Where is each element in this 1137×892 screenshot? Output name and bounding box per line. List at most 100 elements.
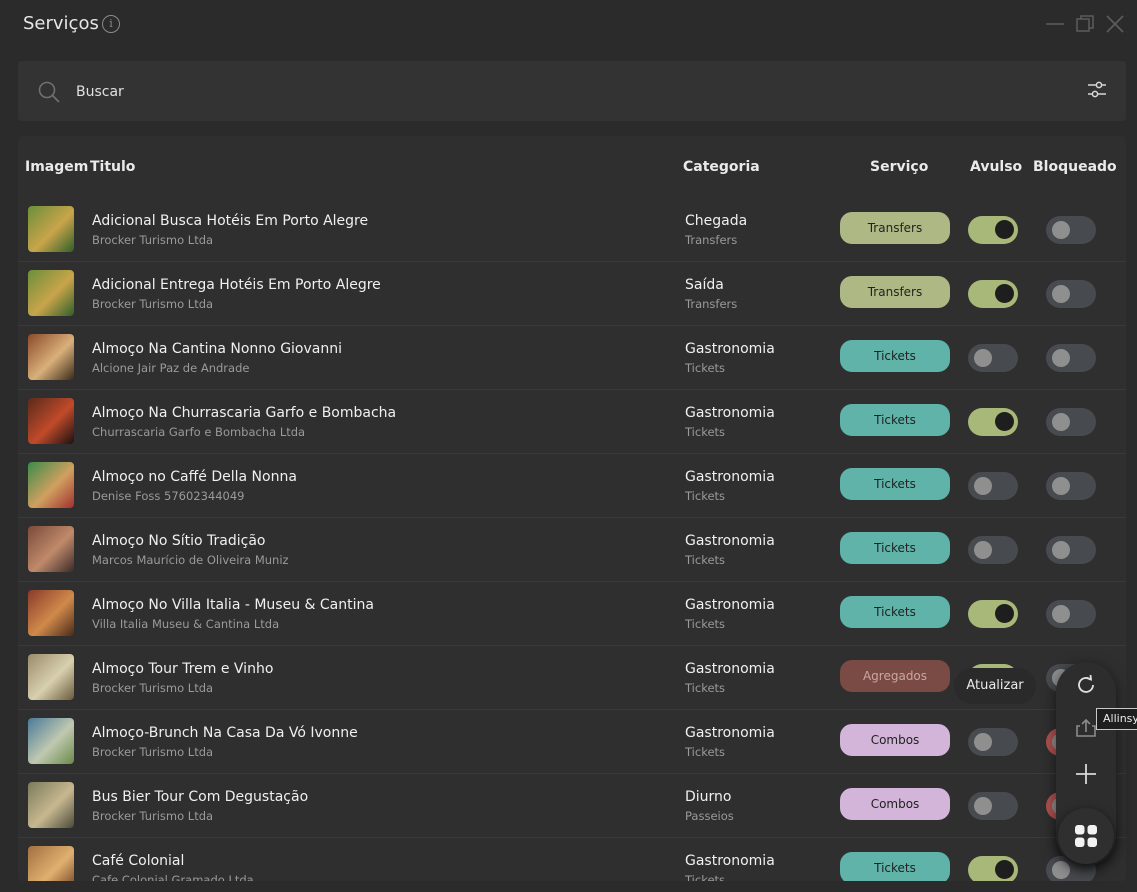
service-category-group: Transfers bbox=[685, 297, 738, 311]
service-title[interactable]: Adicional Busca Hotéis Em Porto Alegre bbox=[92, 213, 368, 229]
service-type-badge: Transfers bbox=[840, 276, 950, 308]
table-row[interactable]: Almoço No Villa Italia - Museu & Cantina… bbox=[18, 582, 1126, 646]
avulso-toggle[interactable] bbox=[968, 408, 1018, 436]
table-row[interactable]: Almoço No Sítio Tradição Marcos Maurício … bbox=[18, 518, 1126, 582]
avulso-toggle[interactable] bbox=[968, 472, 1018, 500]
table-row[interactable]: Almoço no Caffé Della Nonna Denise Foss 5… bbox=[18, 454, 1126, 518]
blocked-toggle[interactable] bbox=[1046, 280, 1096, 308]
toggle-knob bbox=[974, 477, 992, 495]
service-title[interactable]: Almoço Tour Trem e Vinho bbox=[92, 661, 273, 677]
table-header: Imagem Titulo Categoria Serviço Avulso B… bbox=[18, 136, 1126, 198]
plus-icon[interactable] bbox=[1071, 759, 1101, 789]
avulso-toggle[interactable] bbox=[968, 792, 1018, 820]
blocked-toggle[interactable] bbox=[1046, 344, 1096, 372]
table-row[interactable]: Adicional Busca Hotéis Em Porto Alegre Br… bbox=[18, 198, 1126, 262]
service-thumbnail bbox=[28, 398, 74, 444]
service-type-badge: Tickets bbox=[840, 468, 950, 500]
search-bar bbox=[18, 61, 1126, 121]
service-title[interactable]: Almoço Na Cantina Nonno Giovanni bbox=[92, 341, 342, 357]
service-thumbnail bbox=[28, 590, 74, 636]
service-thumbnail bbox=[28, 718, 74, 764]
sliders-icon[interactable] bbox=[1086, 79, 1108, 101]
toggle-knob bbox=[995, 604, 1014, 623]
toggle-knob bbox=[974, 541, 992, 559]
table-row[interactable]: Bus Bier Tour Com Degustação Brocker Turi… bbox=[18, 774, 1126, 838]
service-type-badge: Tickets bbox=[840, 596, 950, 628]
service-category: Gastronomia bbox=[685, 405, 775, 421]
refresh-icon[interactable] bbox=[1071, 670, 1101, 700]
avulso-toggle[interactable] bbox=[968, 600, 1018, 628]
blocked-toggle[interactable] bbox=[1046, 536, 1096, 564]
avulso-toggle[interactable] bbox=[968, 280, 1018, 308]
service-type-badge: Combos bbox=[840, 788, 950, 820]
grid-icon bbox=[1075, 825, 1097, 847]
blocked-toggle[interactable] bbox=[1046, 216, 1096, 244]
toggle-knob bbox=[974, 733, 992, 751]
service-provider: Brocker Turismo Ltda bbox=[92, 297, 214, 311]
service-category-group: Tickets bbox=[685, 425, 726, 439]
service-category: Diurno bbox=[685, 789, 732, 805]
service-thumbnail bbox=[28, 654, 74, 700]
service-title[interactable]: Almoço Na Churrascaria Garfo e Bombacha bbox=[92, 405, 396, 421]
search-input[interactable] bbox=[70, 77, 970, 107]
minimize-icon[interactable] bbox=[1043, 12, 1067, 36]
service-title[interactable]: Almoço No Villa Italia - Museu & Cantina bbox=[92, 597, 374, 613]
header-avulso[interactable]: Avulso bbox=[970, 159, 1022, 175]
header-category[interactable]: Categoria bbox=[683, 159, 760, 175]
header-title[interactable]: Titulo bbox=[90, 159, 135, 175]
service-provider: Brocker Turismo Ltda bbox=[92, 809, 214, 823]
blocked-toggle[interactable] bbox=[1046, 408, 1096, 436]
service-category: Gastronomia bbox=[685, 725, 775, 741]
toggle-knob bbox=[1052, 285, 1070, 303]
table-row[interactable]: Adicional Entrega Hotéis Em Porto Alegre… bbox=[18, 262, 1126, 326]
service-thumbnail bbox=[28, 206, 74, 252]
toggle-knob bbox=[1052, 541, 1070, 559]
toggle-knob bbox=[1052, 221, 1070, 239]
table-row[interactable]: Almoço Na Churrascaria Garfo e Bombacha C… bbox=[18, 390, 1126, 454]
service-title[interactable]: Bus Bier Tour Com Degustação bbox=[92, 789, 308, 805]
service-title[interactable]: Adicional Entrega Hotéis Em Porto Alegre bbox=[92, 277, 381, 293]
avulso-toggle[interactable] bbox=[968, 216, 1018, 244]
export-tooltip: Allinsys bbox=[1096, 708, 1137, 730]
toggle-knob bbox=[1052, 861, 1070, 879]
table-row[interactable]: Café Colonial Cafe Colonial Gramado Ltda G… bbox=[18, 838, 1126, 881]
title-bar: Serviços i bbox=[0, 0, 1137, 50]
header-blocked[interactable]: Bloqueado bbox=[1033, 159, 1117, 175]
avulso-toggle[interactable] bbox=[968, 344, 1018, 372]
header-image[interactable]: Imagem bbox=[25, 159, 88, 175]
avulso-toggle[interactable] bbox=[968, 728, 1018, 756]
avulso-toggle[interactable] bbox=[968, 536, 1018, 564]
menu-toggle-button[interactable] bbox=[1058, 808, 1114, 864]
search-icon bbox=[38, 81, 60, 103]
table-row[interactable]: Almoço Na Cantina Nonno Giovanni Alcione … bbox=[18, 326, 1126, 390]
service-title[interactable]: Almoço no Caffé Della Nonna bbox=[92, 469, 297, 485]
restore-icon[interactable] bbox=[1073, 12, 1097, 36]
info-icon[interactable]: i bbox=[102, 15, 120, 33]
table-row[interactable]: Almoço-Brunch Na Casa Da Vó Ivonne Brocke… bbox=[18, 710, 1126, 774]
avulso-toggle[interactable] bbox=[968, 856, 1018, 881]
toggle-knob bbox=[995, 860, 1014, 879]
service-provider: Villa Italia Museu & Cantina Ltda bbox=[92, 617, 280, 631]
service-title[interactable]: Café Colonial bbox=[92, 853, 184, 869]
service-category: Gastronomia bbox=[685, 469, 775, 485]
header-service[interactable]: Serviço bbox=[870, 159, 928, 175]
service-provider: Alcione Jair Paz de Andrade bbox=[92, 361, 250, 375]
toggle-knob bbox=[995, 412, 1014, 431]
toggle-knob bbox=[1052, 413, 1070, 431]
toggle-knob bbox=[974, 349, 992, 367]
service-thumbnail bbox=[28, 846, 74, 881]
blocked-toggle[interactable] bbox=[1046, 472, 1096, 500]
service-provider: Marcos Maurício de Oliveira Muniz bbox=[92, 553, 289, 567]
service-category-group: Tickets bbox=[685, 553, 726, 567]
service-type-badge: Tickets bbox=[840, 852, 950, 881]
service-type-badge: Tickets bbox=[840, 404, 950, 436]
service-provider: Brocker Turismo Ltda bbox=[92, 233, 214, 247]
toggle-knob bbox=[974, 797, 992, 815]
service-thumbnail bbox=[28, 526, 74, 572]
blocked-toggle[interactable] bbox=[1046, 600, 1096, 628]
service-title[interactable]: Almoço-Brunch Na Casa Da Vó Ivonne bbox=[92, 725, 358, 741]
service-category-group: Tickets bbox=[685, 617, 726, 631]
service-title[interactable]: Almoço No Sítio Tradição bbox=[92, 533, 266, 549]
toggle-knob bbox=[1052, 605, 1070, 623]
close-icon[interactable] bbox=[1103, 12, 1127, 36]
